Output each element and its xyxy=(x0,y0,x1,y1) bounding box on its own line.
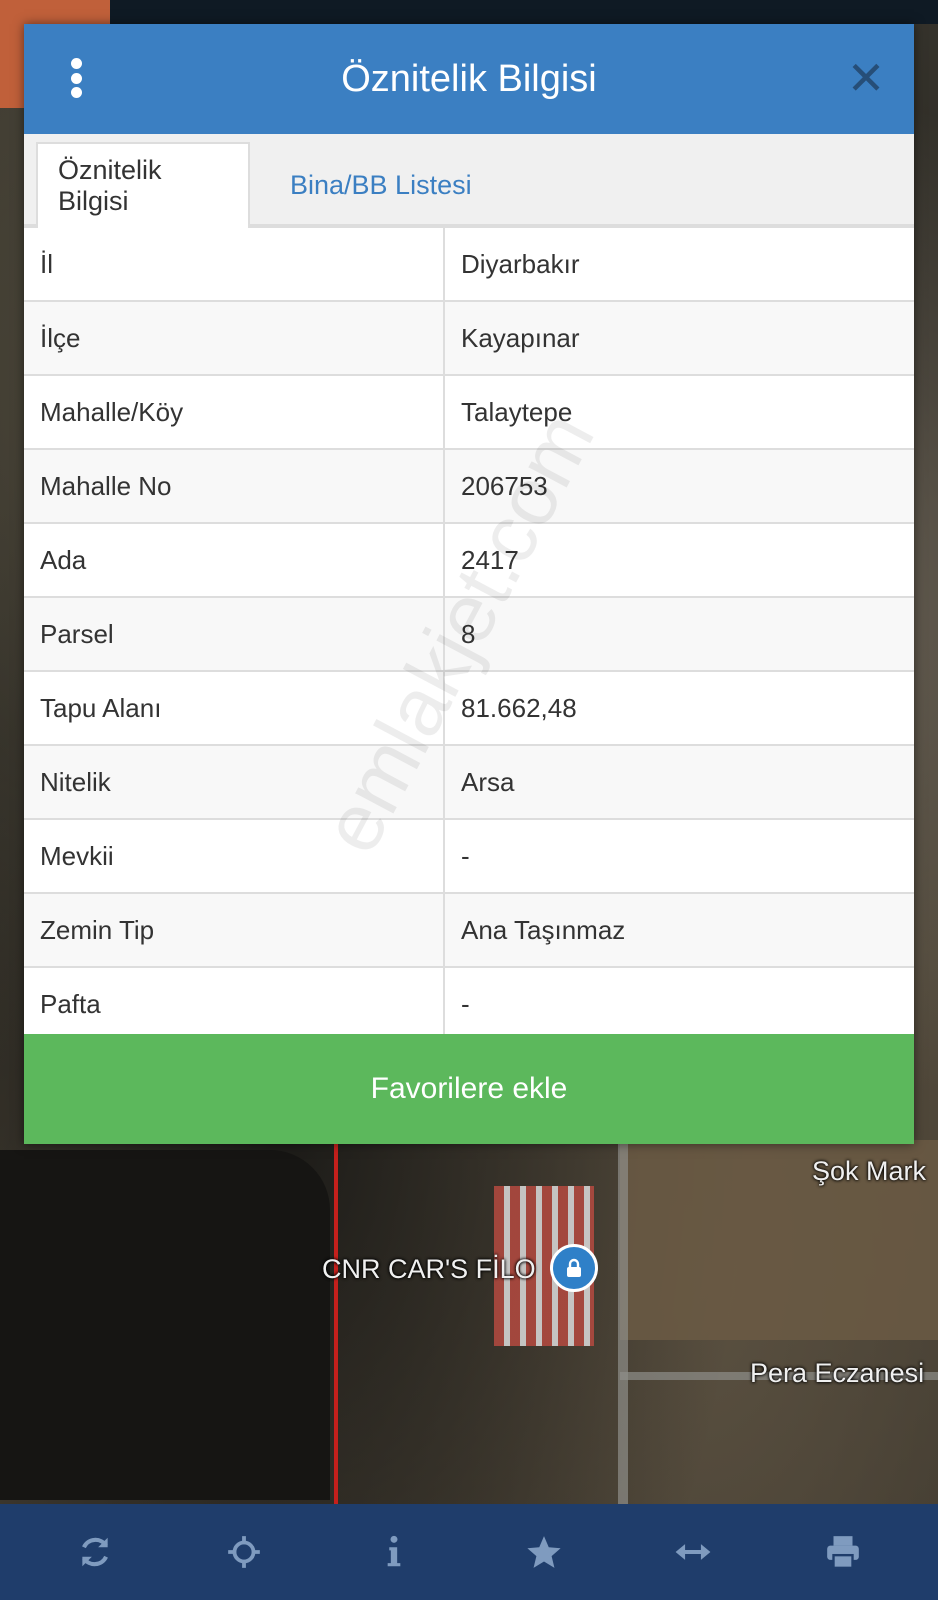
add-favorite-button[interactable]: Favorilere ekle xyxy=(24,1034,914,1144)
table-row: Tapu Alanı 81.662,48 xyxy=(24,670,914,746)
map-dark-field xyxy=(0,1150,330,1500)
info-icon xyxy=(387,1535,401,1567)
table-row: Nitelik Arsa xyxy=(24,744,914,820)
dialog-header: Öznitelik Bilgisi ✕ xyxy=(24,24,914,134)
row-value: Ana Taşınmaz xyxy=(443,892,914,968)
row-key: Mahalle No xyxy=(24,448,445,524)
tab-bar: Öznitelik Bilgisi Bina/BB Listesi xyxy=(24,134,914,228)
map-pin-icon[interactable] xyxy=(550,1244,598,1292)
table-row: İlçe Kayapınar xyxy=(24,300,914,376)
close-icon[interactable]: ✕ xyxy=(844,55,888,101)
print-button[interactable] xyxy=(813,1522,873,1582)
map-road xyxy=(618,1140,628,1504)
locate-icon xyxy=(228,1536,261,1568)
refresh-button[interactable] xyxy=(65,1522,125,1582)
table-row: Mahalle No 206753 xyxy=(24,448,914,524)
lock-icon xyxy=(567,1258,581,1277)
table-row: İl Diyarbakır xyxy=(24,226,914,302)
map-label-shop[interactable]: Şok Mark xyxy=(812,1156,926,1187)
parcel-boundary-line xyxy=(334,1140,338,1504)
star-icon xyxy=(527,1536,561,1568)
locate-button[interactable] xyxy=(214,1522,274,1582)
row-key: Nitelik xyxy=(24,744,445,820)
table-row: Ada 2417 xyxy=(24,522,914,598)
table-row: Parsel 8 xyxy=(24,596,914,672)
row-value: Kayapınar xyxy=(443,300,914,376)
row-value: - xyxy=(443,818,914,894)
row-key: Ada xyxy=(24,522,445,598)
measure-button[interactable] xyxy=(663,1522,723,1582)
measure-icon xyxy=(676,1544,711,1560)
status-bar xyxy=(0,0,938,24)
row-key: Mahalle/Köy xyxy=(24,374,445,450)
row-value: 206753 xyxy=(443,448,914,524)
row-value: 81.662,48 xyxy=(443,670,914,746)
tab-building-list[interactable]: Bina/BB Listesi xyxy=(270,142,492,228)
row-value: Arsa xyxy=(443,744,914,820)
row-key: Zemin Tip xyxy=(24,892,445,968)
row-value: Talaytepe xyxy=(443,374,914,450)
refresh-icon xyxy=(81,1537,108,1567)
row-value: Diyarbakır xyxy=(443,226,914,302)
info-button[interactable] xyxy=(364,1522,424,1582)
row-value: 2417 xyxy=(443,522,914,598)
row-value: - xyxy=(443,966,914,1042)
table-row: Pafta - xyxy=(24,966,914,1042)
row-value: 8 xyxy=(443,596,914,672)
table-row: Mahalle/Köy Talaytepe xyxy=(24,374,914,450)
row-key: Tapu Alanı xyxy=(24,670,445,746)
row-key: İlçe xyxy=(24,300,445,376)
favorites-button[interactable] xyxy=(514,1522,574,1582)
row-key: Parsel xyxy=(24,596,445,672)
print-icon xyxy=(827,1536,859,1570)
map-label-pharmacy[interactable]: Pera Eczanesi xyxy=(750,1358,924,1389)
attribute-dialog: Öznitelik Bilgisi ✕ Öznitelik Bilgisi Bi… xyxy=(24,24,914,1144)
attribute-table: İl Diyarbakır İlçe Kayapınar Mahalle/Köy… xyxy=(24,226,914,1042)
menu-dots-icon[interactable] xyxy=(68,58,84,98)
row-key: Pafta xyxy=(24,966,445,1042)
bottom-toolbar xyxy=(0,1504,938,1600)
table-row: Zemin Tip Ana Taşınmaz xyxy=(24,892,914,968)
dialog-title: Öznitelik Bilgisi xyxy=(341,57,597,100)
row-key: Mevkii xyxy=(24,818,445,894)
map-label-cars[interactable]: CNR CAR'S FİLO xyxy=(322,1254,536,1285)
tab-attribute-info[interactable]: Öznitelik Bilgisi xyxy=(36,142,250,228)
table-row: Mevkii - xyxy=(24,818,914,894)
row-key: İl xyxy=(24,226,445,302)
